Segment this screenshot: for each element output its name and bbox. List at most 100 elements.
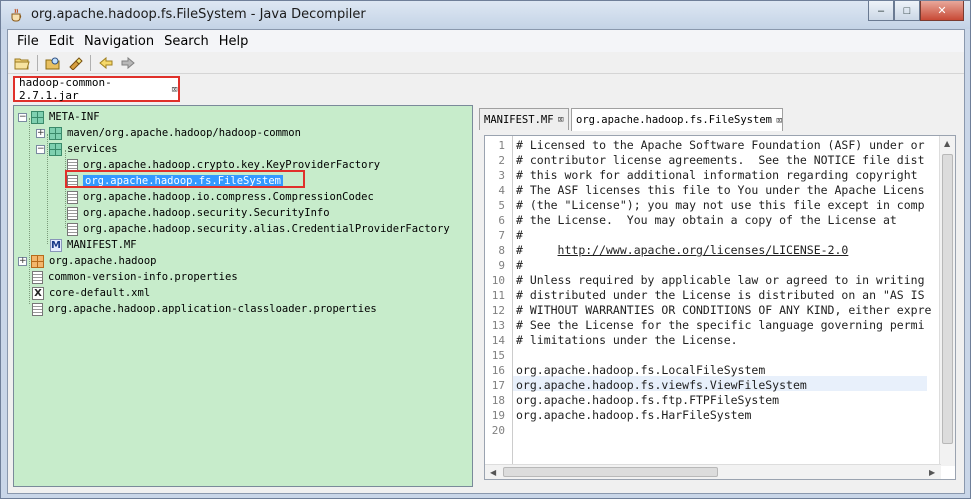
app-window: org.apache.hadoop.fs.FileSystem - Java D…: [0, 0, 971, 499]
window-title: org.apache.hadoop.fs.FileSystem - Java D…: [31, 7, 366, 22]
line-number: 3: [498, 169, 505, 182]
horizontal-scroll-thumb[interactable]: [503, 467, 718, 477]
scroll-left-icon[interactable]: ◀: [490, 468, 496, 477]
arrow-right-icon: [121, 56, 135, 69]
tree-node-maven[interactable]: + maven/org.apache.hadoop/hadoop-common: [36, 125, 301, 141]
scroll-right-icon[interactable]: ▶: [929, 468, 935, 477]
manifest-icon: M: [50, 238, 62, 252]
line-number: 14: [491, 334, 505, 347]
close-tab-icon[interactable]: ⌧: [171, 83, 178, 96]
code-line: # http://www.apache.org/licenses/LICENSE…: [516, 243, 849, 257]
menu-file[interactable]: File: [12, 34, 44, 49]
code-line: # the License. You may obtain a copy of …: [516, 213, 897, 227]
tab-label: hadoop-common-2.7.1.jar: [19, 76, 112, 102]
tree-node-core-default[interactable]: X core-default.xml: [32, 285, 150, 301]
coffee-cup-icon: [11, 8, 22, 22]
package-icon: [49, 142, 62, 156]
editor-panel: MANIFEST.MF ⌧ org.apache.hadoop.fs.FileS…: [479, 106, 962, 487]
line-number: 12: [491, 304, 505, 317]
text-file-icon: [67, 206, 78, 220]
line-number: 6: [498, 214, 505, 227]
package-icon: [31, 110, 44, 124]
title-bar[interactable]: org.apache.hadoop.fs.FileSystem - Java D…: [1, 1, 970, 29]
open-type-button[interactable]: [43, 54, 63, 72]
search-button[interactable]: [65, 54, 85, 72]
tree-node-classloader-properties[interactable]: org.apache.hadoop.application-classloade…: [32, 301, 377, 317]
folder-search-icon: [45, 57, 60, 69]
flashlight-icon: [69, 56, 83, 70]
open-file-button[interactable]: [12, 54, 32, 72]
code-line: # Unless required by applicable law or a…: [516, 273, 925, 287]
collapse-icon[interactable]: −: [18, 112, 27, 122]
vertical-scroll-thumb[interactable]: [942, 154, 953, 444]
line-number: 15: [491, 349, 505, 362]
horizontal-scrollbar[interactable]: ◀ ▶: [485, 464, 941, 479]
line-number: 18: [491, 394, 505, 407]
tree-node-compressioncodec[interactable]: org.apache.hadoop.io.compress.Compressio…: [67, 189, 374, 205]
code-line: # contributor license agreements. See th…: [516, 153, 925, 167]
scroll-up-icon[interactable]: ▲: [944, 139, 950, 148]
line-number: 10: [491, 274, 505, 287]
collapse-icon[interactable]: −: [36, 144, 45, 154]
back-button[interactable]: [96, 54, 116, 72]
text-file-icon: [67, 190, 78, 204]
code-line: # (the "License"); you may not use this …: [516, 198, 925, 212]
close-tab-icon[interactable]: ⌧: [776, 114, 783, 127]
tree-node-org-apache-hadoop[interactable]: + org.apache.hadoop: [18, 253, 156, 269]
line-number: 5: [498, 199, 505, 212]
arrow-left-icon: [99, 56, 113, 69]
toolbar-separator: [90, 54, 91, 71]
code-line: # this work for additional information r…: [516, 168, 918, 182]
minimize-button[interactable]: –: [868, 1, 894, 21]
package-icon: [49, 126, 62, 140]
window-controls: – □ ✕: [868, 1, 964, 21]
close-button[interactable]: ✕: [920, 1, 964, 21]
maximize-button[interactable]: □: [894, 1, 920, 21]
tree-node-credentialproviderfactory[interactable]: org.apache.hadoop.security.alias.Credent…: [67, 221, 450, 237]
tree-node-meta-inf[interactable]: − META-INF: [18, 109, 100, 125]
tree-node-manifest[interactable]: M MANIFEST.MF: [50, 237, 137, 253]
expand-icon[interactable]: +: [18, 256, 27, 266]
menu-bar: File Edit Navigation Search Help: [8, 30, 964, 52]
code-line: # See the License for the specific langu…: [516, 318, 925, 332]
tree-node-common-version-info[interactable]: common-version-info.properties: [32, 269, 238, 285]
vertical-scrollbar[interactable]: ▲: [939, 136, 955, 466]
line-number: 1: [498, 139, 505, 152]
expand-icon[interactable]: +: [36, 128, 45, 138]
file-tree-panel[interactable]: − META-INF + maven/org.apache.hadoop/had…: [13, 105, 473, 487]
license-url-link[interactable]: http://www.apache.org/licenses/LICENSE-2…: [558, 243, 849, 257]
code-line: org.apache.hadoop.fs.LocalFileSystem: [516, 363, 766, 377]
tree-node-securityinfo[interactable]: org.apache.hadoop.security.SecurityInfo: [67, 205, 330, 221]
line-number: 2: [498, 154, 505, 167]
line-number: 16: [491, 364, 505, 377]
line-number: 4: [498, 184, 505, 197]
highlight-box: [65, 170, 305, 188]
gutter-divider: [512, 136, 513, 466]
line-number: 13: [491, 319, 505, 332]
code-line: org.apache.hadoop.fs.ftp.FTPFileSystem: [516, 393, 780, 407]
tab-hadoop-common-jar[interactable]: hadoop-common-2.7.1.jar ⌧: [13, 76, 180, 102]
menu-navigation[interactable]: Navigation: [79, 34, 159, 49]
toolbar-separator: [37, 54, 38, 71]
text-file-icon: [32, 302, 43, 316]
menu-help[interactable]: Help: [214, 34, 254, 49]
code-line: # WITHOUT WARRANTIES OR CONDITIONS OF AN…: [516, 303, 932, 317]
tree-node-services[interactable]: − services: [36, 141, 118, 157]
menu-edit[interactable]: Edit: [44, 34, 79, 49]
line-number: 17: [491, 379, 505, 392]
tab-filesystem[interactable]: org.apache.hadoop.fs.FileSystem ⌧: [571, 108, 783, 131]
close-tab-icon[interactable]: ⌧: [558, 113, 565, 126]
open-folder-icon: [14, 58, 30, 69]
code-line: #: [516, 228, 523, 242]
client-area: File Edit Navigation Search Help hadoop-…: [7, 29, 965, 494]
tab-manifest-mf[interactable]: MANIFEST.MF ⌧: [479, 108, 569, 130]
forward-button[interactable]: [118, 54, 138, 72]
code-viewer[interactable]: 1 2 3 4 5 6 7 8 9 10 11 12 13 14 15 16 17 18 19 20 # Licens…: [484, 135, 956, 480]
text-file-icon: [67, 222, 78, 236]
menu-search[interactable]: Search: [159, 34, 214, 49]
code-line: #: [516, 258, 523, 272]
code-line: org.apache.hadoop.fs.HarFileSystem: [516, 408, 752, 422]
line-number: 8: [498, 244, 505, 257]
line-number: 9: [498, 259, 505, 272]
line-number: 7: [498, 229, 505, 242]
